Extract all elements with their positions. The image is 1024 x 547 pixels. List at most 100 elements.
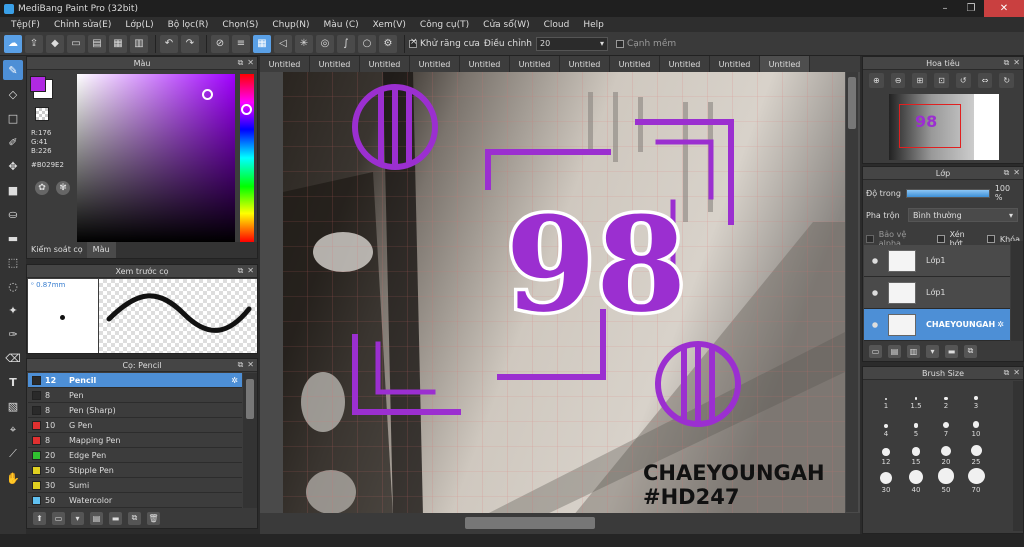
curve-snap-icon[interactable]: ∫ — [337, 34, 355, 53]
menu-view[interactable]: Xem(V) — [366, 20, 413, 30]
adjust-select[interactable]: 20 ▾ — [535, 36, 608, 51]
page-icon[interactable]: ▥ — [130, 34, 148, 53]
brush-list-scrollbar[interactable] — [243, 373, 257, 509]
new-layer-icon[interactable]: ▭ — [869, 344, 882, 358]
rotate-left-icon[interactable]: ↺ — [955, 73, 971, 88]
brush-size-option[interactable]: 12 — [871, 440, 901, 466]
brush-size-option[interactable]: 70 — [961, 468, 991, 494]
tab-document[interactable]: Untitled — [660, 56, 710, 72]
layer-scrollbar[interactable] — [1011, 241, 1023, 341]
zoom-out-icon[interactable]: ⊖ — [890, 73, 906, 88]
popout-icon[interactable]: ⧉ — [238, 266, 244, 276]
menu-snap[interactable]: Chụp(N) — [265, 20, 316, 30]
eraser-tool-icon[interactable]: ◇ — [3, 84, 23, 104]
brush-size-option[interactable]: 20 — [931, 440, 961, 466]
tab-document[interactable]: Untitled — [560, 56, 610, 72]
popout-icon[interactable]: ⧉ — [1004, 168, 1010, 178]
close-panel-icon[interactable]: ✕ — [1013, 58, 1020, 68]
no-snap-icon[interactable]: ⊘ — [211, 34, 229, 53]
select-eraser-icon[interactable]: ⌫ — [3, 348, 23, 368]
new-halftone-layer-icon[interactable]: ▤ — [888, 344, 901, 358]
menu-window[interactable]: Cửa sổ(W) — [476, 20, 536, 30]
menu-file[interactable]: Tệp(F) — [4, 20, 47, 30]
brush-size-option[interactable]: 1 — [871, 384, 901, 410]
menu-filter[interactable]: Bộ lọc(R) — [161, 20, 216, 30]
popout-icon[interactable]: ⧉ — [1004, 58, 1010, 68]
document-icon[interactable]: ▤ — [88, 34, 106, 53]
bucket-tool-icon[interactable]: ⛀ — [3, 204, 23, 224]
hue-cursor[interactable] — [241, 104, 252, 115]
brush-copy-icon[interactable]: ▤ — [90, 511, 103, 525]
antialias-checkbox[interactable] — [409, 37, 418, 48]
visibility-icon[interactable] — [872, 321, 878, 328]
brush-item[interactable]: 20 Edge Pen — [28, 448, 242, 463]
radial-snap-icon[interactable]: ✳ — [295, 34, 313, 53]
saturation-value-picker[interactable] — [77, 74, 235, 242]
hand-tool-icon[interactable]: ✋ — [3, 468, 23, 488]
clipping-checkbox[interactable] — [936, 235, 945, 243]
brush-size-option[interactable]: 4 — [871, 412, 901, 438]
parallel-snap-icon[interactable]: ≡ — [232, 34, 250, 53]
brush-item[interactable]: 30 Sumi — [28, 478, 242, 493]
eyedropper-alt-icon[interactable]: ⟋ — [3, 444, 23, 464]
brush-size-option[interactable]: 2 — [931, 384, 961, 410]
canvas-vertical-scrollbar[interactable] — [846, 72, 858, 512]
gear-icon[interactable]: ✲ — [997, 320, 1004, 329]
brush-item[interactable]: 8 Mapping Pen — [28, 433, 242, 448]
close-panel-icon[interactable]: ✕ — [1013, 368, 1020, 378]
fill-tool-icon[interactable]: ■ — [3, 180, 23, 200]
brush-size-option[interactable]: 40 — [901, 468, 931, 494]
navigator-thumbnail[interactable]: 98 — [889, 94, 999, 160]
artwork-canvas[interactable]: 98 CHAEYOUNGAH #HD247 — [283, 72, 845, 516]
chat-icon[interactable]: ▭ — [67, 34, 85, 53]
soft-edge-checkbox[interactable] — [615, 39, 624, 48]
move-tool-icon[interactable]: ✥ — [3, 156, 23, 176]
redo-icon[interactable]: ↷ — [181, 34, 199, 53]
actual-size-icon[interactable]: ⊡ — [934, 73, 949, 88]
snap-settings-icon[interactable]: ⚙ — [379, 34, 397, 53]
brush-size-scrollbar[interactable] — [1013, 381, 1023, 531]
perspective-snap-icon[interactable]: ◁ — [274, 34, 292, 53]
close-panel-icon[interactable]: ✕ — [247, 266, 254, 276]
new-8bit-layer-icon[interactable]: ▥ — [907, 344, 920, 358]
close-button[interactable]: ✕ — [984, 0, 1024, 17]
transparent-swatch[interactable] — [35, 107, 49, 121]
popout-icon[interactable]: ⧉ — [238, 360, 244, 370]
ellipse-snap-icon[interactable]: ○ — [358, 34, 376, 53]
sv-cursor[interactable] — [202, 89, 213, 100]
brush-size-option[interactable]: 15 — [901, 440, 931, 466]
select-tool-icon[interactable]: ⬚ — [3, 252, 23, 272]
brush-size-option[interactable]: 10 — [961, 412, 991, 438]
primary-color-swatch[interactable] — [30, 76, 46, 92]
popout-icon[interactable]: ⧉ — [1004, 368, 1010, 378]
gradient-tool-icon[interactable]: ▬ — [3, 228, 23, 248]
brush-size-option[interactable]: 50 — [931, 468, 961, 494]
palette-icon[interactable]: ✿ — [35, 181, 49, 195]
brush-tool-icon[interactable]: ✎ — [3, 60, 23, 80]
layer-item[interactable]: CHAEYOUNGAH ✲ — [864, 309, 1010, 341]
brush-add-icon[interactable]: ⬆ — [33, 511, 46, 525]
brush-size-option[interactable]: 7 — [931, 412, 961, 438]
brush-item[interactable]: 8 Pen — [28, 388, 242, 403]
share-icon[interactable]: ⇪ — [25, 34, 43, 53]
tab-brush-control[interactable]: Kiểm soát cọ — [27, 242, 87, 258]
popout-icon[interactable]: ⧉ — [238, 58, 244, 68]
restore-button[interactable]: ❐ — [958, 0, 984, 17]
minimize-button[interactable]: – — [932, 0, 958, 17]
tab-document[interactable]: Untitled — [310, 56, 360, 72]
lasso-tool-icon[interactable]: ◌ — [3, 276, 23, 296]
select-pen-icon[interactable]: ✑ — [3, 324, 23, 344]
menu-layer[interactable]: Lớp(L) — [118, 20, 160, 30]
brush-item[interactable]: 12 Pencil ✲ — [28, 373, 242, 388]
magic-wand-icon[interactable]: ✦ — [3, 300, 23, 320]
circle-snap-icon[interactable]: ◎ — [316, 34, 334, 53]
tab-color[interactable]: Màu — [86, 242, 116, 258]
tab-document[interactable]: Untitled — [760, 56, 810, 72]
brush-dropdown-icon[interactable]: ▾ — [71, 511, 84, 525]
dot-tool-icon[interactable]: ✐ — [3, 132, 23, 152]
menu-tools[interactable]: Công cụ(T) — [413, 20, 476, 30]
grid-snap-icon[interactable]: ▦ — [253, 34, 271, 53]
close-panel-icon[interactable]: ✕ — [247, 360, 254, 370]
menu-select[interactable]: Chọn(S) — [215, 20, 265, 30]
brush-item[interactable]: 10 G Pen — [28, 418, 242, 433]
